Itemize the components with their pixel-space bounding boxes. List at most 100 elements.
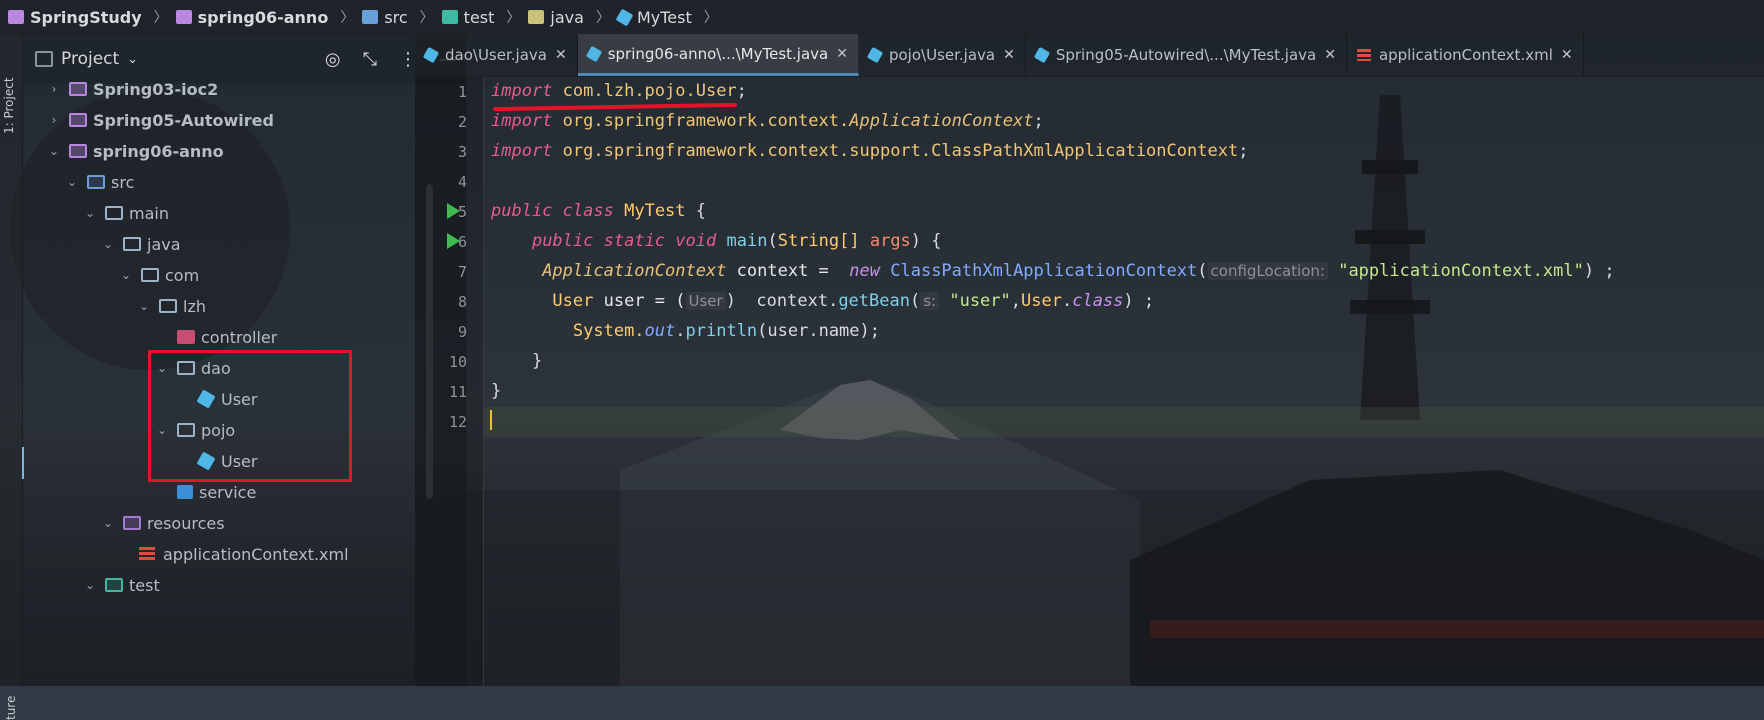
structure-tool-button[interactable]: ture [4, 696, 18, 720]
tree-item[interactable]: › Spring03-ioc2 [47, 72, 219, 106]
code-line-1: import com.lzh.pojo.User; [491, 81, 747, 101]
tree-item-label: resources [147, 513, 225, 533]
tab-pojo-user[interactable]: pojo\User.java ✕ [859, 34, 1026, 76]
close-icon[interactable]: ✕ [1561, 47, 1573, 63]
tree-item[interactable]: controller [177, 320, 277, 354]
chevron-down-icon[interactable]: ⌄ [47, 144, 61, 158]
test-folder-icon [441, 10, 458, 24]
chevron-down-icon[interactable]: ⌄ [137, 299, 151, 313]
run-main-icon[interactable] [447, 233, 460, 249]
folder-icon [141, 268, 159, 282]
folder-icon [528, 10, 545, 24]
close-icon[interactable]: ✕ [1324, 47, 1336, 63]
tree-item-label: Spring03-ioc2 [93, 79, 219, 99]
project-view-selector[interactable]: Project [61, 49, 119, 69]
breadcrumb-item[interactable]: java 〉 [528, 7, 610, 27]
chevron-down-icon[interactable]: ⌄ [101, 516, 115, 530]
tree-item[interactable]: ⌄ java [101, 227, 181, 261]
chevron-right-icon[interactable]: › [47, 82, 61, 96]
tree-item-label: java [147, 234, 181, 254]
code-line-7: ApplicationContext context = new ClassPa… [542, 261, 1615, 281]
chevron-down-icon[interactable]: ⌄ [65, 175, 79, 189]
editor-gutter: 1 2 3 4 5 6 7 8 9 10 11 12 [415, 77, 484, 686]
breadcrumb-label: test [463, 7, 495, 27]
chevron-down-icon[interactable]: ⌄ [83, 206, 97, 220]
close-icon[interactable]: ✕ [1003, 47, 1015, 63]
tab-dao-user[interactable]: dao\User.java ✕ [415, 34, 578, 76]
locate-icon[interactable]: ◎ [325, 49, 341, 70]
project-icon [35, 51, 53, 67]
tree-item[interactable]: ⌄ test [83, 568, 160, 602]
module-folder-icon [8, 10, 24, 24]
text-caret [490, 410, 492, 430]
tree-item[interactable]: › Spring05-Autowired [47, 103, 274, 137]
breadcrumb-item[interactable]: SpringStudy 〉 [8, 7, 168, 27]
line-number: 9 [457, 323, 467, 341]
breadcrumb-item[interactable]: MyTest 〉 [615, 7, 718, 27]
chevron-right-icon: 〉 [419, 10, 434, 26]
tree-item[interactable]: ⌄ lzh [137, 289, 206, 323]
line-number: 8 [457, 293, 467, 311]
breadcrumb: SpringStudy 〉 spring06-anno 〉 src 〉 test 〉 j… [0, 0, 1764, 35]
chevron-right-icon: 〉 [340, 10, 355, 26]
xml-file-icon [1356, 49, 1371, 61]
code-line-6: public static void main(String[] args) { [531, 231, 942, 251]
tree-item[interactable]: ⌄ spring06-anno [47, 134, 224, 168]
tree-item-label: spring06-anno [93, 141, 224, 161]
tree-item[interactable]: ⌄ resources [101, 506, 225, 540]
folder-icon [69, 113, 87, 127]
chevron-down-icon[interactable]: ⌄ [119, 268, 133, 282]
tree-item[interactable]: ⌄ com [119, 258, 199, 292]
breadcrumb-item[interactable]: test 〉 [441, 7, 521, 27]
source-folder-icon [87, 175, 105, 189]
tab-label: dao\User.java [445, 46, 547, 64]
class-icon [1033, 46, 1051, 64]
breadcrumb-label: spring06-anno [197, 7, 329, 27]
code-line-9: System.out.println(user.name); [572, 321, 880, 341]
selection-marker [22, 447, 24, 479]
breadcrumb-label: MyTest [636, 7, 692, 27]
chevron-right-icon[interactable]: › [47, 113, 61, 127]
code-editor[interactable]: 1 2 3 4 5 6 7 8 9 10 11 12 import com.lz… [415, 77, 1764, 686]
module-folder-icon [175, 10, 192, 24]
class-icon [615, 8, 634, 26]
run-class-icon[interactable] [447, 203, 460, 219]
tree-item[interactable]: ⌄ src [65, 165, 134, 199]
chevron-down-icon[interactable]: ⌄ [83, 578, 97, 592]
tab-spring05-mytest[interactable]: Spring05-Autowired\...\MyTest.java ✕ [1026, 34, 1347, 76]
tab-mytest-active[interactable]: spring06-anno\...\MyTest.java ✕ [577, 34, 859, 76]
folder-icon [105, 206, 123, 220]
chevron-right-icon: 〉 [595, 10, 610, 26]
breadcrumb-label: java [550, 7, 584, 27]
tree-item-label: main [129, 203, 169, 223]
breadcrumb-item[interactable]: spring06-anno 〉 [175, 7, 355, 27]
tab-application-context[interactable]: applicationContext.xml ✕ [1347, 34, 1584, 76]
tree-item[interactable]: applicationContext.xml [139, 537, 349, 571]
close-icon[interactable]: ✕ [555, 47, 567, 63]
line-number: 7 [457, 263, 467, 281]
chevron-right-icon: 〉 [703, 10, 718, 26]
class-icon [585, 45, 602, 62]
code-line-8: User user = (User) context.getBean(s: "u… [552, 291, 1155, 311]
tree-item-label: src [111, 172, 135, 192]
resources-folder-icon [123, 516, 141, 530]
chevron-down-icon[interactable]: ⌄ [127, 52, 138, 67]
tab-label: pojo\User.java [888, 46, 996, 64]
tab-label: applicationContext.xml [1378, 46, 1553, 64]
test-folder-icon [105, 578, 123, 592]
collapse-icon[interactable]: ⤡ [363, 49, 377, 70]
tree-item[interactable]: ⌄ main [83, 196, 169, 230]
highlight-underline [492, 102, 738, 112]
chevron-down-icon[interactable]: ⌄ [101, 237, 115, 251]
chevron-right-icon: 〉 [506, 10, 521, 26]
code-line-3: import org.springframework.context.suppo… [491, 141, 1249, 161]
project-tool-button[interactable]: 1: Project [2, 77, 16, 134]
tree-item-label: controller [201, 327, 278, 347]
parameter-hint: configLocation: [1207, 262, 1328, 280]
tree-item-label: Spring05-Autowired [93, 110, 274, 130]
breadcrumb-item[interactable]: src 〉 [362, 7, 434, 27]
xml-file-icon [139, 547, 155, 561]
close-icon[interactable]: ✕ [836, 46, 848, 62]
tree-item-label: com [165, 265, 200, 285]
tab-label: spring06-anno\...\MyTest.java [607, 44, 829, 63]
